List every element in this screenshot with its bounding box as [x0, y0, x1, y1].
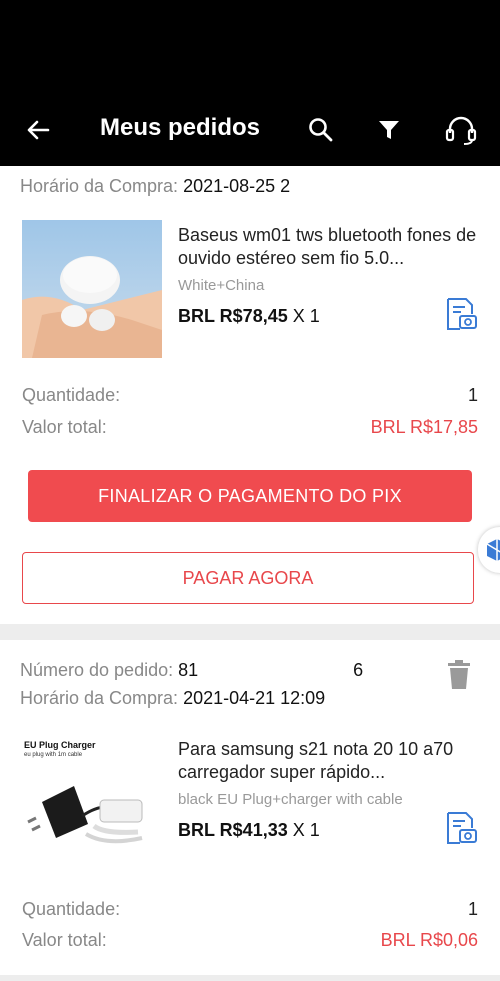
total-label: Valor total:: [22, 417, 107, 437]
purchase-time-row: Horário da Compra: 2021-08-25 2: [20, 176, 291, 196]
pay-now-button[interactable]: PAGAR AGORA: [22, 552, 474, 604]
filter-icon[interactable]: [371, 112, 407, 148]
page-title: Meus pedidos: [100, 114, 261, 141]
product-name[interactable]: Baseus wm01 tws bluetooth fones de ouvid…: [178, 224, 483, 270]
product-price: BRL R$78,45: [178, 306, 288, 326]
quantity-value: 1: [467, 385, 478, 405]
product-variant: White+China: [178, 277, 265, 294]
quantity-value: 1: [467, 899, 478, 919]
search-icon[interactable]: [303, 112, 339, 148]
total-value: BRL R$0,06: [380, 930, 478, 950]
product-variant: black EU Plug+charger with cable: [178, 791, 403, 808]
quantity-label: Quantidade:: [22, 385, 121, 405]
total-value: BRL R$17,85: [370, 417, 478, 437]
product-price-row: BRL R$41,33 X 1: [178, 820, 320, 841]
back-arrow-icon[interactable]: [20, 112, 56, 148]
app-bar: Meus pedidos: [0, 94, 500, 166]
product-image[interactable]: [22, 220, 162, 358]
order-number-end: 6: [353, 660, 364, 680]
quantity-label: Quantidade:: [22, 899, 121, 919]
order-number-start: 81: [178, 660, 199, 680]
purchase-time-row: Horário da Compra: 2021-04-21 12:09: [20, 688, 326, 708]
total-label: Valor total:: [22, 930, 107, 950]
product-image[interactable]: EU Plug Charger eu plug with 1m cable: [22, 734, 162, 872]
order-number-row: Número do pedido: 81 6: [20, 660, 364, 680]
product-price-row: BRL R$78,45 X 1: [178, 306, 320, 327]
status-bar: [0, 0, 500, 94]
purchase-time-value: 2021-04-21 12:09: [183, 688, 326, 708]
product-price: BRL R$41,33: [178, 820, 288, 840]
order-card: Número do pedido: 81 6 Horário da Compra…: [0, 640, 500, 975]
quantity-multiplier: X 1: [292, 306, 320, 326]
receipt-photo-icon[interactable]: [443, 810, 479, 846]
quantity-multiplier: X 1: [292, 820, 320, 840]
order-card: Horário da Compra: 2021-08-25 2 Baseus w…: [0, 166, 500, 624]
receipt-photo-icon[interactable]: [443, 296, 479, 332]
headset-icon[interactable]: [443, 112, 479, 148]
purchase-time-value: 2021-08-25 2: [183, 176, 291, 196]
delete-icon[interactable]: [446, 660, 472, 690]
finish-pix-payment-button[interactable]: FINALIZAR O PAGAMENTO DO PIX: [28, 470, 472, 522]
product-name[interactable]: Para samsung s21 nota 20 10 a70 carregad…: [178, 738, 483, 784]
